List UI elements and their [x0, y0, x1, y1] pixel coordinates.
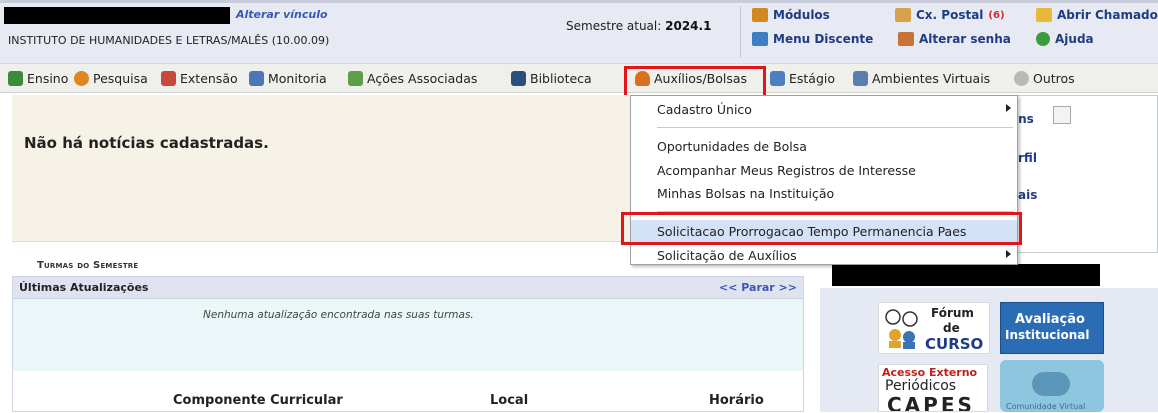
nav-biblioteca[interactable]: Biblioteca — [511, 63, 592, 93]
nav-acoes-associadas[interactable]: Ações Associadas — [348, 63, 477, 93]
menu-discente-label: Menu Discente — [773, 32, 874, 46]
profile-photo-broken-image — [1053, 106, 1071, 124]
monitoria-icon — [249, 70, 264, 86]
menu-item-label: Solicitação de Auxílios — [657, 247, 797, 263]
nav-label: Ensino — [27, 70, 69, 86]
capes-label-2: Periódicos — [885, 378, 957, 394]
forum-label-1: Fórum — [931, 306, 974, 320]
menu-separator — [657, 127, 1013, 128]
pesquisa-icon — [74, 70, 89, 86]
menu-item-label: Acompanhar Meus Registros de Interesse — [657, 162, 916, 178]
news-panel: Não há notícias cadastradas. — [12, 95, 632, 242]
ultimas-atualizacoes-title: Últimas Atualizações — [19, 281, 149, 294]
nav-label: Extensão — [180, 70, 238, 86]
forum-people-icon — [885, 309, 918, 349]
nav-ensino[interactable]: Ensino — [8, 63, 68, 93]
menu-item-cadastro-unico[interactable]: Cadastro Único — [631, 98, 1017, 120]
periodicos-capes-banner[interactable]: Acesso Externo Periódicos CAPES — [878, 364, 988, 412]
nav-pesquisa[interactable]: Pesquisa — [74, 63, 148, 93]
extensao-icon — [161, 70, 176, 86]
nav-label: Ambientes Virtuais — [872, 70, 991, 86]
alterar-senha-link[interactable]: Alterar senha — [898, 29, 1011, 49]
ensino-icon — [8, 70, 23, 86]
parar-link[interactable]: << Parar >> — [719, 281, 797, 294]
caixa-postal-count: (6) — [988, 9, 1005, 21]
submenu-arrow-icon — [1006, 104, 1011, 112]
acoes-associadas-icon — [348, 70, 363, 86]
nav-monitoria[interactable]: Monitoria — [249, 63, 327, 93]
menu-item-label: Minhas Bolsas na Instituição — [657, 185, 835, 201]
caixa-postal-label: Cx. Postal — [916, 8, 984, 22]
mailbox-icon — [895, 8, 911, 22]
nav-estagio[interactable]: Estágio — [770, 63, 835, 93]
aval-label-2: Institucional — [1005, 328, 1090, 342]
comunidade-virtual-banner[interactable]: Comunidade Virtual — [1000, 360, 1104, 412]
abrir-chamado-link[interactable]: Abrir Chamado — [1036, 5, 1158, 25]
nav-label: Outros — [1033, 70, 1075, 86]
semestre-value: 2024.1 — [665, 19, 712, 33]
ultimas-atualizacoes-header: Últimas Atualizações << Parar >> — [13, 277, 803, 299]
nav-label: Pesquisa — [93, 70, 148, 86]
nav-label: Monitoria — [268, 70, 327, 86]
help-icon — [1036, 32, 1050, 46]
instituto-label: INSTITUTO DE HUMANIDADES E LETRAS/MALÊS … — [8, 34, 330, 47]
comm-label: Comunidade Virtual — [1006, 402, 1086, 411]
avaliacao-institucional-banner[interactable]: Avaliação Institucional — [1000, 302, 1104, 354]
forum-label-3: CURSO — [925, 335, 984, 353]
ultimas-atualizacoes-body: Nenhuma atualização encontrada nas suas … — [13, 299, 803, 371]
community-icon — [1032, 372, 1070, 396]
forum-de-curso-banner[interactable]: Fórum de CURSO — [878, 302, 990, 354]
menu-discente-link[interactable]: Menu Discente — [752, 29, 873, 49]
abrir-chamado-label: Abrir Chamado — [1057, 8, 1158, 22]
header-divider — [740, 6, 741, 58]
col-horario: Horário — [709, 392, 764, 408]
menu-item-label: Cadastro Único — [657, 101, 752, 117]
key-icon — [898, 32, 914, 46]
ambientes-virtuais-icon — [853, 70, 868, 86]
turmas-table-header: Componente Curricular Local Horário — [13, 387, 803, 413]
turmas-title: Turmas do Semestre — [37, 260, 139, 271]
menu-discente-icon — [752, 32, 768, 46]
menu-item-oportunidades-bolsa[interactable]: Oportunidades de Bolsa — [631, 135, 1017, 157]
biblioteca-icon — [511, 70, 526, 86]
redacted-student-info — [832, 264, 1100, 286]
col-local: Local — [490, 392, 529, 408]
no-updates-message: Nenhuma atualização encontrada nas suas … — [203, 309, 474, 321]
modulos-label: Módulos — [773, 8, 830, 22]
semestre-atual: Semestre atual: 2024.1 — [566, 19, 711, 33]
no-news-message: Não há notícias cadastradas. — [24, 134, 269, 152]
ajuda-link[interactable]: Ajuda — [1036, 29, 1094, 49]
aval-label-1: Avaliação — [1015, 312, 1085, 327]
menu-item-minhas-bolsas[interactable]: Minhas Bolsas na Instituição — [631, 182, 1017, 204]
right-link-perfil[interactable]: rfil — [1018, 151, 1037, 165]
right-link-dados[interactable]: ais — [1018, 188, 1037, 202]
nav-outros[interactable]: Outros — [1014, 63, 1075, 93]
prorrogacao-highlight-box — [621, 212, 1022, 245]
ultimas-atualizacoes-box: Últimas Atualizações << Parar >> Nenhuma… — [12, 276, 804, 412]
redacted-user-name — [4, 7, 230, 24]
modulos-link[interactable]: Módulos — [752, 5, 830, 25]
chamado-icon — [1036, 8, 1052, 22]
nav-label: Biblioteca — [530, 70, 592, 86]
semestre-label: Semestre atual: — [566, 19, 662, 33]
menu-item-acompanhar-registros[interactable]: Acompanhar Meus Registros de Interesse — [631, 159, 1017, 181]
estagio-icon — [770, 70, 785, 86]
modulos-icon — [752, 8, 768, 22]
menu-item-solicitacao-auxilios[interactable]: Solicitação de Auxílios — [631, 244, 1017, 266]
alterar-senha-label: Alterar senha — [919, 32, 1011, 46]
caixa-postal-link[interactable]: Cx. Postal (6) — [895, 5, 1005, 25]
col-componente-curricular: Componente Curricular — [173, 392, 343, 408]
forum-label-2: de — [943, 321, 960, 335]
alterar-vinculo-link[interactable]: Alterar vínculo — [236, 8, 328, 21]
nav-label: Estágio — [789, 70, 836, 86]
nav-label: Ações Associadas — [367, 70, 478, 86]
nav-extensao[interactable]: Extensão — [161, 63, 238, 93]
menu-item-label: Oportunidades de Bolsa — [657, 138, 807, 154]
capes-label-3: CAPES — [887, 393, 975, 412]
outros-icon — [1014, 70, 1029, 86]
ajuda-label: Ajuda — [1055, 32, 1094, 46]
submenu-arrow-icon — [1006, 250, 1011, 258]
nav-ambientes-virtuais[interactable]: Ambientes Virtuais — [853, 63, 990, 93]
